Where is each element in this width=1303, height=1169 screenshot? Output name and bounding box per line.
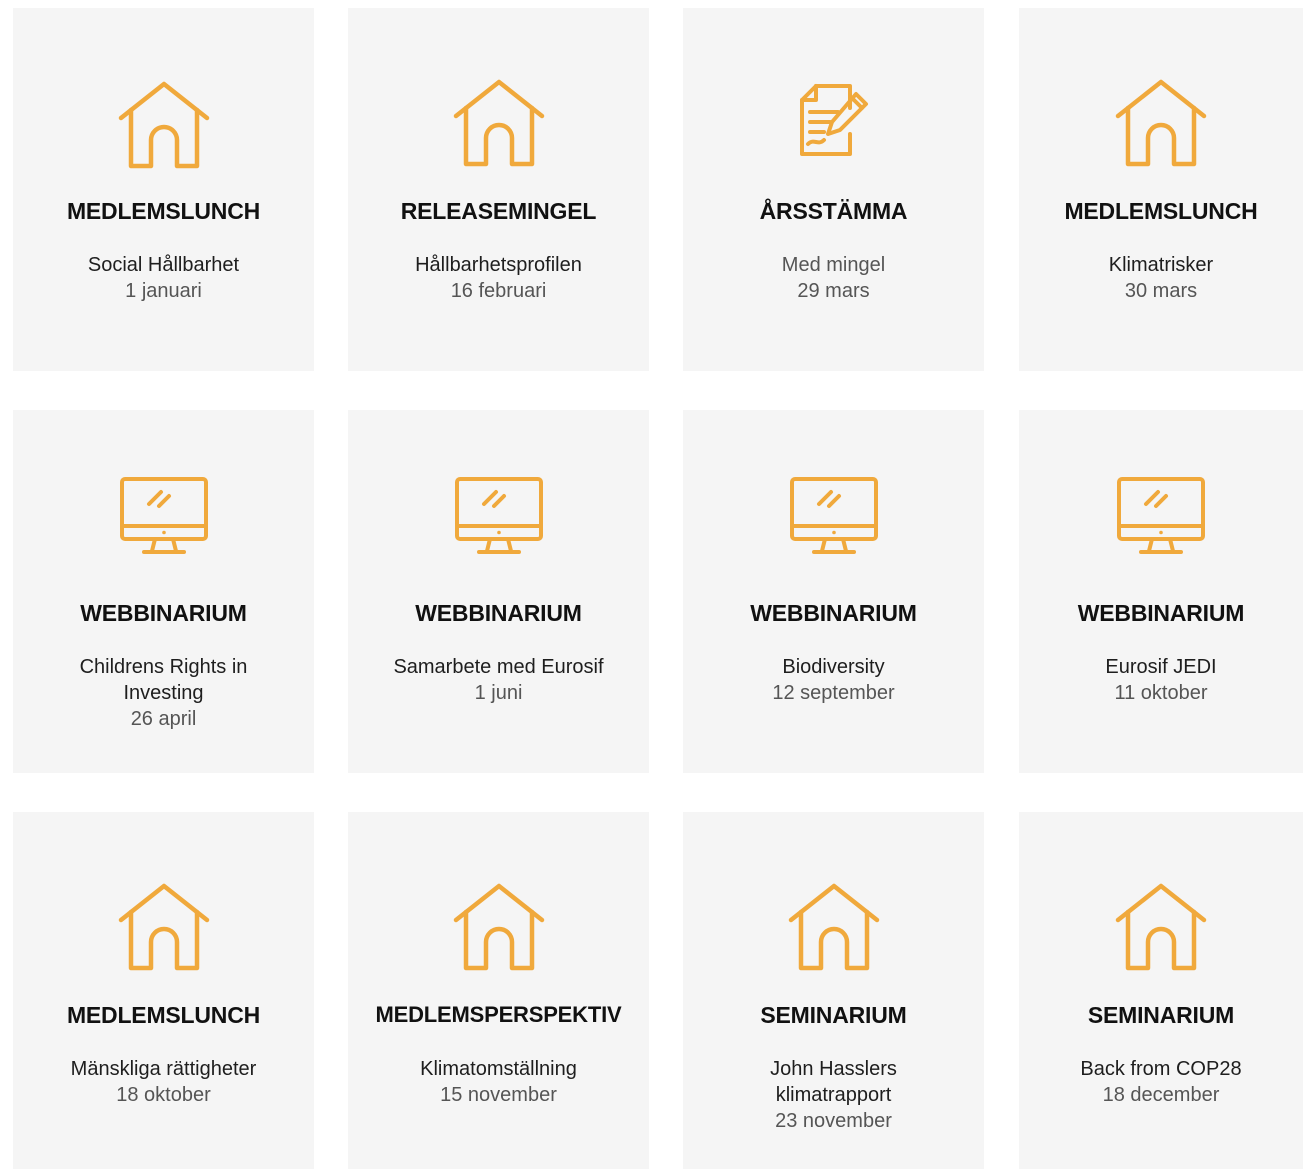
event-date: 18 december xyxy=(1102,1084,1220,1106)
house-icon xyxy=(348,878,649,974)
document-pen-icon xyxy=(683,80,984,176)
event-date: 30 mars xyxy=(1124,280,1198,302)
monitor-icon xyxy=(348,476,649,572)
event-subtitle: John Hasslers klimatrapport xyxy=(770,1058,897,1106)
event-grid: MEDLEMSLUNCH Social Hållbarhet 1 januari… xyxy=(0,0,1303,1169)
event-subtitle: Social Hållbarhet xyxy=(87,254,240,276)
house-icon xyxy=(1019,878,1303,974)
event-card[interactable]: SEMINARIUM Back from COP28 18 december xyxy=(1019,812,1303,1169)
event-title: MEDLEMSLUNCH xyxy=(66,198,261,224)
event-subtitle: Klimatrisker xyxy=(1108,254,1214,276)
event-subtitle: Back from COP28 xyxy=(1080,1058,1242,1080)
event-title: RELEASEMINGEL xyxy=(400,198,597,224)
event-date: 18 oktober xyxy=(116,1084,211,1106)
event-date: 26 april xyxy=(130,708,197,730)
monitor-icon xyxy=(683,476,984,572)
event-date: 15 november xyxy=(440,1084,557,1106)
event-card[interactable]: SEMINARIUM John Hasslers klimatrapport 2… xyxy=(683,812,984,1169)
house-icon xyxy=(683,878,984,974)
event-subtitle: Mänskliga rättigheter xyxy=(70,1058,257,1080)
monitor-icon xyxy=(13,476,314,572)
event-subtitle: Childrens Rights in Investing xyxy=(79,656,248,704)
monitor-icon xyxy=(1019,476,1303,572)
event-title: ÅRSSTÄMMA xyxy=(759,198,908,224)
event-date: 16 februari xyxy=(450,280,547,302)
house-icon xyxy=(348,74,649,170)
event-card[interactable]: WEBBINARIUM Samarbete med Eurosif 1 juni xyxy=(348,410,649,773)
event-card[interactable]: WEBBINARIUM Childrens Rights in Investin… xyxy=(13,410,314,773)
event-card[interactable]: WEBBINARIUM Eurosif JEDI 11 oktober xyxy=(1019,410,1303,773)
event-title: WEBBINARIUM xyxy=(80,600,247,626)
event-date: 29 mars xyxy=(797,280,870,302)
event-title: MEDLEMSLUNCH xyxy=(66,1002,261,1028)
house-icon xyxy=(1019,74,1303,170)
event-card[interactable]: RELEASEMINGEL Hållbarhetsprofilen 16 feb… xyxy=(348,8,649,371)
event-card[interactable]: MEDLEMSPERSPEKTIV Klimatomställning 15 n… xyxy=(348,812,649,1169)
event-card[interactable]: ÅRSSTÄMMA Med mingel 29 mars xyxy=(683,8,984,371)
event-subtitle: Samarbete med Eurosif xyxy=(393,656,604,678)
event-date: 1 juni xyxy=(474,682,523,704)
event-card[interactable]: WEBBINARIUM Biodiversity 12 september xyxy=(683,410,984,773)
event-card[interactable]: MEDLEMSLUNCH Social Hållbarhet 1 januari xyxy=(13,8,314,371)
house-icon xyxy=(13,878,314,974)
event-date: 1 januari xyxy=(125,280,202,302)
event-title: WEBBINARIUM xyxy=(1077,600,1245,626)
event-title: MEDLEMSLUNCH xyxy=(1064,198,1258,224)
event-subtitle: Klimatomställning xyxy=(420,1058,577,1080)
event-card[interactable]: MEDLEMSLUNCH Mänskliga rättigheter 18 ok… xyxy=(13,812,314,1169)
event-title: WEBBINARIUM xyxy=(415,600,582,626)
event-date: 11 oktober xyxy=(1114,682,1208,704)
event-card[interactable]: MEDLEMSLUNCH Klimatrisker 30 mars xyxy=(1019,8,1303,371)
event-title: SEMINARIUM xyxy=(760,1002,907,1028)
event-subtitle: Hållbarhetsprofilen xyxy=(415,254,582,276)
event-subtitle: Med mingel xyxy=(781,254,886,276)
event-title: MEDLEMSPERSPEKTIV xyxy=(375,1002,622,1027)
event-subtitle: Eurosif JEDI xyxy=(1105,656,1217,678)
event-subtitle: Biodiversity xyxy=(782,656,885,678)
house-icon xyxy=(13,76,314,172)
event-date: 12 september xyxy=(772,682,895,704)
event-title: WEBBINARIUM xyxy=(750,600,917,626)
event-date: 23 november xyxy=(775,1110,892,1132)
event-title: SEMINARIUM xyxy=(1087,1002,1235,1028)
